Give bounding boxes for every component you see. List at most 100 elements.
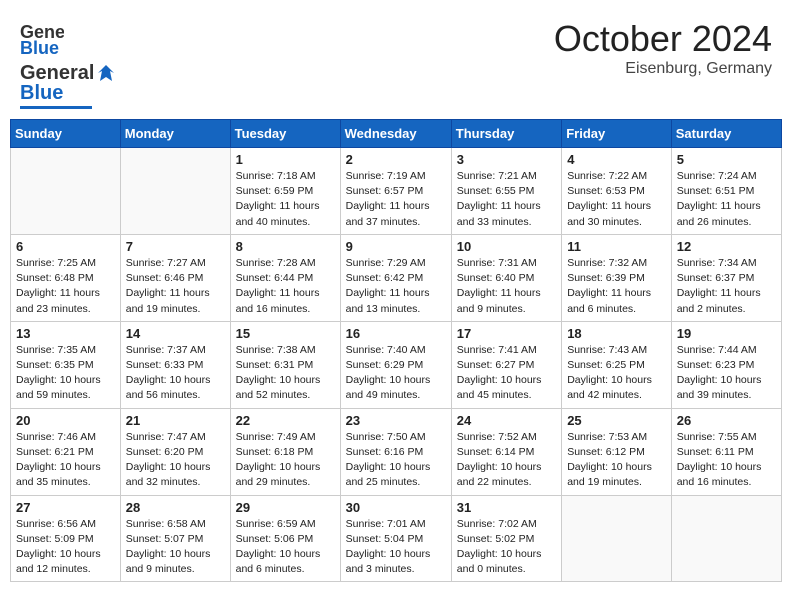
- col-header-friday: Friday: [562, 120, 672, 148]
- day-number: 7: [126, 239, 225, 254]
- day-detail: Sunrise: 7:18 AMSunset: 6:59 PMDaylight:…: [236, 169, 335, 230]
- day-detail: Sunrise: 7:27 AMSunset: 6:46 PMDaylight:…: [126, 256, 225, 317]
- day-number: 10: [457, 239, 556, 254]
- day-number: 14: [126, 326, 225, 341]
- day-number: 29: [236, 500, 335, 515]
- day-detail: Sunrise: 7:29 AMSunset: 6:42 PMDaylight:…: [346, 256, 446, 317]
- day-detail: Sunrise: 7:21 AMSunset: 6:55 PMDaylight:…: [457, 169, 556, 230]
- calendar-header-row: SundayMondayTuesdayWednesdayThursdayFrid…: [11, 120, 782, 148]
- day-number: 17: [457, 326, 556, 341]
- day-number: 24: [457, 413, 556, 428]
- calendar-week-row: 20Sunrise: 7:46 AMSunset: 6:21 PMDayligh…: [11, 408, 782, 495]
- col-header-saturday: Saturday: [671, 120, 781, 148]
- day-detail: Sunrise: 7:31 AMSunset: 6:40 PMDaylight:…: [457, 256, 556, 317]
- calendar-cell: 16 Sunrise: 7:40 AMSunset: 6:29 PMDayligh…: [340, 321, 451, 408]
- logo: General Blue General Blue: [20, 18, 116, 109]
- calendar-week-row: 13 Sunrise: 7:35 AMSunset: 6:35 PMDayligh…: [11, 321, 782, 408]
- day-detail: Sunrise: 7:02 AMSunset: 5:02 PMDaylight:…: [457, 517, 556, 578]
- calendar-cell: 22Sunrise: 7:49 AMSunset: 6:18 PMDayligh…: [230, 408, 340, 495]
- day-detail: Sunrise: 7:22 AMSunset: 6:53 PMDaylight:…: [567, 169, 666, 230]
- calendar-cell: 29 Sunrise: 6:59 AMSunset: 5:06 PMDayligh…: [230, 495, 340, 582]
- day-number: 31: [457, 500, 556, 515]
- calendar-cell: 15 Sunrise: 7:38 AMSunset: 6:31 PMDayligh…: [230, 321, 340, 408]
- day-number: 13: [16, 326, 115, 341]
- day-number: 12: [677, 239, 776, 254]
- calendar-cell: 19 Sunrise: 7:44 AMSunset: 6:23 PMDayligh…: [671, 321, 781, 408]
- day-detail: Sunrise: 7:53 AMSunset: 6:12 PMDaylight:…: [567, 430, 666, 491]
- location: Eisenburg, Germany: [554, 60, 772, 78]
- calendar-table: SundayMondayTuesdayWednesdayThursdayFrid…: [10, 119, 782, 582]
- day-number: 23: [346, 413, 446, 428]
- day-detail: Sunrise: 6:56 AMSunset: 5:09 PMDaylight:…: [16, 517, 115, 578]
- day-number: 5: [677, 152, 776, 167]
- day-detail: Sunrise: 7:35 AMSunset: 6:35 PMDaylight:…: [16, 343, 115, 404]
- day-detail: Sunrise: 7:25 AMSunset: 6:48 PMDaylight:…: [16, 256, 115, 317]
- calendar-cell: 18Sunrise: 7:43 AMSunset: 6:25 PMDayligh…: [562, 321, 672, 408]
- day-number: 1: [236, 152, 335, 167]
- day-number: 16: [346, 326, 446, 341]
- calendar-cell: 7 Sunrise: 7:27 AMSunset: 6:46 PMDaylight…: [120, 234, 230, 321]
- day-detail: Sunrise: 7:55 AMSunset: 6:11 PMDaylight:…: [677, 430, 776, 491]
- col-header-monday: Monday: [120, 120, 230, 148]
- day-number: 3: [457, 152, 556, 167]
- day-number: 21: [126, 413, 225, 428]
- calendar-cell: 6 Sunrise: 7:25 AMSunset: 6:48 PMDaylight…: [11, 234, 121, 321]
- day-detail: Sunrise: 7:24 AMSunset: 6:51 PMDaylight:…: [677, 169, 776, 230]
- calendar-cell: 4 Sunrise: 7:22 AMSunset: 6:53 PMDaylight…: [562, 148, 672, 235]
- calendar-cell: 9 Sunrise: 7:29 AMSunset: 6:42 PMDaylight…: [340, 234, 451, 321]
- day-detail: Sunrise: 7:34 AMSunset: 6:37 PMDaylight:…: [677, 256, 776, 317]
- day-number: 25: [567, 413, 666, 428]
- calendar-cell: 13 Sunrise: 7:35 AMSunset: 6:35 PMDayligh…: [11, 321, 121, 408]
- col-header-sunday: Sunday: [11, 120, 121, 148]
- logo-bird-icon: [96, 63, 116, 83]
- calendar-cell: 11 Sunrise: 7:32 AMSunset: 6:39 PMDayligh…: [562, 234, 672, 321]
- day-number: 8: [236, 239, 335, 254]
- calendar-cell: 26Sunrise: 7:55 AMSunset: 6:11 PMDayligh…: [671, 408, 781, 495]
- day-detail: Sunrise: 7:28 AMSunset: 6:44 PMDaylight:…: [236, 256, 335, 317]
- day-detail: Sunrise: 7:38 AMSunset: 6:31 PMDaylight:…: [236, 343, 335, 404]
- day-number: 19: [677, 326, 776, 341]
- day-detail: Sunrise: 7:19 AMSunset: 6:57 PMDaylight:…: [346, 169, 446, 230]
- svg-text:Blue: Blue: [20, 38, 59, 58]
- logo-general: General: [20, 62, 94, 84]
- month-title: October 2024: [554, 18, 772, 60]
- calendar-cell: 8 Sunrise: 7:28 AMSunset: 6:44 PMDaylight…: [230, 234, 340, 321]
- day-number: 2: [346, 152, 446, 167]
- day-detail: Sunrise: 7:47 AMSunset: 6:20 PMDaylight:…: [126, 430, 225, 491]
- calendar-cell: 30Sunrise: 7:01 AMSunset: 5:04 PMDayligh…: [340, 495, 451, 582]
- calendar-cell: 25 Sunrise: 7:53 AMSunset: 6:12 PMDayligh…: [562, 408, 672, 495]
- day-detail: Sunrise: 7:37 AMSunset: 6:33 PMDaylight:…: [126, 343, 225, 404]
- calendar-cell: 20Sunrise: 7:46 AMSunset: 6:21 PMDayligh…: [11, 408, 121, 495]
- calendar-cell: 1 Sunrise: 7:18 AMSunset: 6:59 PMDaylight…: [230, 148, 340, 235]
- calendar-cell: 3 Sunrise: 7:21 AMSunset: 6:55 PMDaylight…: [451, 148, 561, 235]
- calendar-cell: 10 Sunrise: 7:31 AMSunset: 6:40 PMDayligh…: [451, 234, 561, 321]
- calendar-cell: 28Sunrise: 6:58 AMSunset: 5:07 PMDayligh…: [120, 495, 230, 582]
- day-detail: Sunrise: 7:49 AMSunset: 6:18 PMDaylight:…: [236, 430, 335, 491]
- calendar-cell: 17 Sunrise: 7:41 AMSunset: 6:27 PMDayligh…: [451, 321, 561, 408]
- day-number: 4: [567, 152, 666, 167]
- logo-blue: Blue: [20, 82, 116, 104]
- day-number: 20: [16, 413, 115, 428]
- calendar-cell: [11, 148, 121, 235]
- calendar-cell: 31 Sunrise: 7:02 AMSunset: 5:02 PMDayligh…: [451, 495, 561, 582]
- day-detail: Sunrise: 7:52 AMSunset: 6:14 PMDaylight:…: [457, 430, 556, 491]
- day-detail: Sunrise: 6:59 AMSunset: 5:06 PMDaylight:…: [236, 517, 335, 578]
- day-detail: Sunrise: 6:58 AMSunset: 5:07 PMDaylight:…: [126, 517, 225, 578]
- day-number: 11: [567, 239, 666, 254]
- calendar-cell: 12 Sunrise: 7:34 AMSunset: 6:37 PMDayligh…: [671, 234, 781, 321]
- day-number: 18: [567, 326, 666, 341]
- title-block: October 2024 Eisenburg, Germany: [554, 18, 772, 78]
- day-detail: Sunrise: 7:41 AMSunset: 6:27 PMDaylight:…: [457, 343, 556, 404]
- day-number: 15: [236, 326, 335, 341]
- calendar-week-row: 27Sunrise: 6:56 AMSunset: 5:09 PMDayligh…: [11, 495, 782, 582]
- calendar-cell: 5 Sunrise: 7:24 AMSunset: 6:51 PMDaylight…: [671, 148, 781, 235]
- calendar-cell: [671, 495, 781, 582]
- day-detail: Sunrise: 7:32 AMSunset: 6:39 PMDaylight:…: [567, 256, 666, 317]
- day-number: 9: [346, 239, 446, 254]
- calendar-cell: 23Sunrise: 7:50 AMSunset: 6:16 PMDayligh…: [340, 408, 451, 495]
- day-detail: Sunrise: 7:44 AMSunset: 6:23 PMDaylight:…: [677, 343, 776, 404]
- day-detail: Sunrise: 7:40 AMSunset: 6:29 PMDaylight:…: [346, 343, 446, 404]
- day-number: 6: [16, 239, 115, 254]
- calendar-cell: 2 Sunrise: 7:19 AMSunset: 6:57 PMDaylight…: [340, 148, 451, 235]
- calendar-cell: [120, 148, 230, 235]
